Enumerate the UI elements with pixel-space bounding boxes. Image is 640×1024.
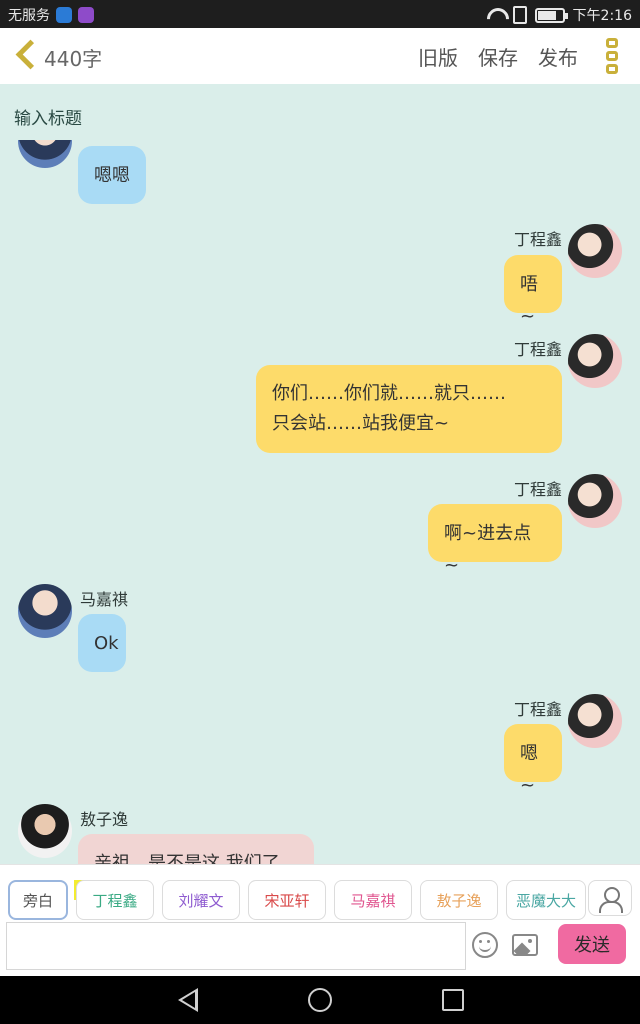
chip-label: 敖子逸 — [436, 891, 482, 910]
speaker-name: 丁程鑫 — [513, 340, 562, 359]
gallery-icon — [78, 7, 94, 23]
message-bubble[interactable]: 你们……你们就……就只…… 只会站……站我便宜~ — [256, 365, 562, 453]
avatar[interactable] — [568, 334, 622, 388]
speaker-name: 丁程鑫 — [513, 480, 562, 499]
chip-label: 宋亚轩 — [264, 891, 310, 910]
speaker-name: 敖子逸 — [80, 810, 129, 829]
person-icon[interactable] — [588, 880, 632, 916]
message-bubble[interactable]: 唔~ — [504, 255, 562, 327]
title-input[interactable]: 输入标题 — [14, 104, 82, 129]
character-chip-narrator[interactable]: 旁白 — [8, 880, 68, 920]
speaker-name: 丁程鑫 — [513, 230, 562, 249]
word-count: 440字 — [44, 47, 103, 71]
character-chip[interactable]: 恶魔大大 — [506, 880, 586, 920]
clock: 下午2:16 — [572, 8, 632, 24]
back-arrow-icon[interactable] — [12, 38, 42, 74]
navigation-bar — [0, 976, 640, 1024]
chip-label: 刘耀文 — [178, 891, 224, 910]
status-bar: 无服务 下午2:16 — [0, 0, 640, 28]
avatar[interactable] — [18, 584, 72, 638]
avatar[interactable] — [568, 474, 622, 528]
more-menu-icon[interactable] — [606, 38, 622, 74]
chip-label: 旁白 — [22, 891, 53, 910]
nav-back-icon[interactable] — [178, 988, 198, 1012]
message-bubble[interactable]: 亲祖，是不是这 我们了 — [78, 834, 314, 864]
wifi-icon — [485, 8, 505, 22]
avatar[interactable] — [18, 140, 72, 168]
chip-label: 恶魔大大 — [515, 891, 576, 910]
message-bubble[interactable]: 啊~进去点~ — [428, 504, 562, 576]
chip-label: 丁程鑫 — [92, 891, 138, 910]
avatar[interactable] — [568, 224, 622, 278]
chat-area[interactable]: 嗯嗯 丁程鑫 唔~ 丁程鑫 你们……你们就……就只…… 只会站……站我便宜~ 丁… — [0, 140, 640, 864]
character-chip[interactable]: 丁程鑫 — [76, 880, 154, 920]
editor-toolbar: 440字 旧版 保存 发布 — [0, 28, 640, 84]
input-bar: 发送 — [0, 920, 640, 976]
battery-icon — [534, 7, 568, 23]
speaker-name: 丁程鑫 — [513, 700, 562, 719]
chip-label: 马嘉祺 — [350, 891, 396, 910]
emoji-icon[interactable] — [472, 932, 498, 958]
nav-home-icon[interactable] — [308, 988, 332, 1012]
character-chip[interactable]: 敖子逸 — [420, 880, 498, 920]
character-chip[interactable]: 马嘉祺 — [334, 880, 412, 920]
avatar[interactable] — [568, 694, 622, 748]
message-bubble[interactable]: Ok — [78, 614, 126, 672]
carrier-label: 无服务 — [8, 8, 50, 24]
publish-button[interactable]: 发布 — [538, 42, 578, 71]
send-button[interactable]: 发送 — [558, 924, 626, 964]
message-bubble[interactable]: 嗯~ — [504, 724, 562, 796]
sim-icon — [512, 6, 527, 24]
nav-recent-apps-icon[interactable] — [442, 989, 464, 1011]
speaker-name: 马嘉祺 — [80, 590, 129, 609]
battery-fill — [537, 10, 556, 20]
character-chip[interactable]: 宋亚轩 — [248, 880, 326, 920]
avatar[interactable] — [18, 804, 72, 858]
character-chip[interactable]: 刘耀文 — [162, 880, 240, 920]
image-icon[interactable] — [512, 934, 538, 956]
message-bubble[interactable]: 嗯嗯 — [78, 146, 146, 204]
message-input[interactable] — [6, 922, 466, 970]
old-version-button[interactable]: 旧版 — [418, 42, 458, 71]
save-button[interactable]: 保存 — [478, 42, 518, 71]
app-icon — [56, 7, 72, 23]
